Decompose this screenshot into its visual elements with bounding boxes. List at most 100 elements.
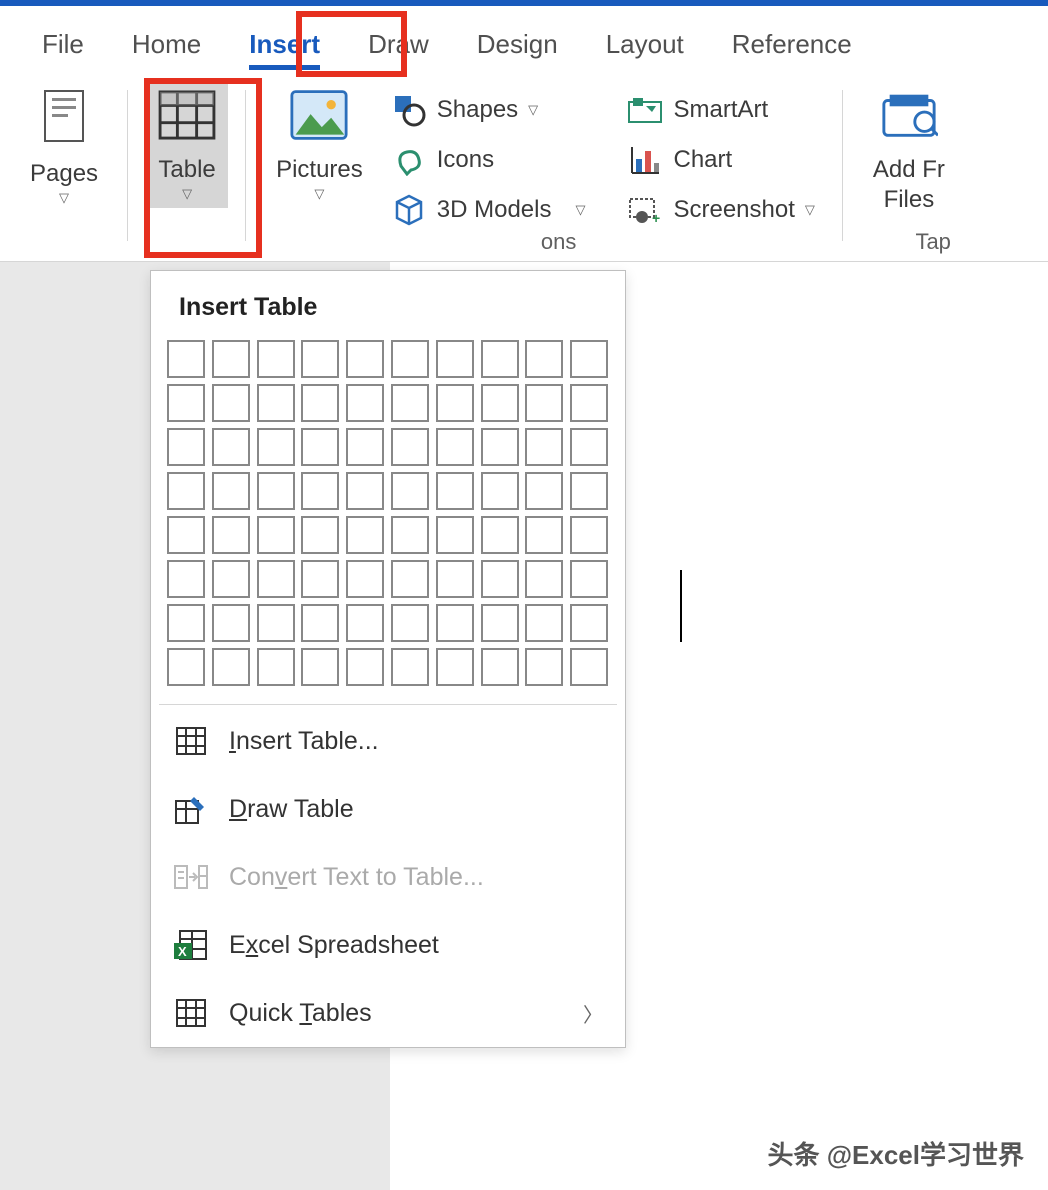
grid-cell[interactable] (346, 384, 384, 422)
grid-cell[interactable] (167, 472, 205, 510)
tab-file[interactable]: File (20, 21, 106, 70)
grid-cell[interactable] (481, 472, 519, 510)
grid-cell[interactable] (481, 428, 519, 466)
grid-cell[interactable] (570, 516, 608, 554)
grid-cell[interactable] (257, 648, 295, 686)
grid-cell[interactable] (525, 384, 563, 422)
grid-cell[interactable] (481, 516, 519, 554)
grid-cell[interactable] (391, 340, 429, 378)
grid-cell[interactable] (346, 472, 384, 510)
grid-cell[interactable] (525, 604, 563, 642)
menu-quick-tables[interactable]: Quick Tables 〉 (151, 979, 625, 1047)
table-size-grid[interactable] (151, 332, 625, 702)
grid-cell[interactable] (525, 428, 563, 466)
grid-cell[interactable] (525, 648, 563, 686)
tab-draw[interactable]: Draw (346, 21, 451, 70)
grid-cell[interactable] (481, 560, 519, 598)
addins-button[interactable]: Add Fr Files (861, 80, 957, 220)
grid-cell[interactable] (391, 516, 429, 554)
grid-cell[interactable] (212, 340, 250, 378)
grid-cell[interactable] (167, 604, 205, 642)
menu-excel-spreadsheet[interactable]: X Excel Spreadsheet (151, 911, 625, 979)
tab-home[interactable]: Home (110, 21, 223, 70)
grid-cell[interactable] (301, 428, 339, 466)
grid-cell[interactable] (570, 560, 608, 598)
grid-cell[interactable] (346, 428, 384, 466)
grid-cell[interactable] (167, 648, 205, 686)
shapes-button[interactable]: Shapes ▽ (381, 86, 596, 134)
grid-cell[interactable] (570, 472, 608, 510)
tab-insert[interactable]: Insert (227, 21, 342, 70)
grid-cell[interactable] (212, 560, 250, 598)
grid-cell[interactable] (570, 340, 608, 378)
grid-cell[interactable] (212, 648, 250, 686)
grid-cell[interactable] (212, 428, 250, 466)
grid-cell[interactable] (301, 648, 339, 686)
grid-cell[interactable] (391, 604, 429, 642)
grid-cell[interactable] (436, 560, 474, 598)
grid-cell[interactable] (167, 340, 205, 378)
grid-cell[interactable] (570, 648, 608, 686)
tab-layout[interactable]: Layout (584, 21, 706, 70)
grid-cell[interactable] (212, 604, 250, 642)
grid-cell[interactable] (570, 428, 608, 466)
grid-cell[interactable] (301, 560, 339, 598)
grid-cell[interactable] (525, 560, 563, 598)
grid-cell[interactable] (212, 516, 250, 554)
menu-draw-table[interactable]: Draw Table (151, 775, 625, 843)
grid-cell[interactable] (167, 560, 205, 598)
grid-cell[interactable] (481, 604, 519, 642)
tab-design[interactable]: Design (455, 21, 580, 70)
grid-cell[interactable] (346, 516, 384, 554)
grid-cell[interactable] (301, 604, 339, 642)
grid-cell[interactable] (391, 560, 429, 598)
grid-cell[interactable] (570, 604, 608, 642)
grid-cell[interactable] (346, 648, 384, 686)
grid-cell[interactable] (257, 516, 295, 554)
grid-cell[interactable] (167, 384, 205, 422)
smartart-button[interactable]: SmartArt (617, 86, 824, 134)
tab-references[interactable]: Reference (710, 21, 874, 70)
chart-button[interactable]: Chart (617, 136, 824, 184)
grid-cell[interactable] (257, 560, 295, 598)
grid-cell[interactable] (481, 648, 519, 686)
grid-cell[interactable] (301, 384, 339, 422)
screenshot-button[interactable]: + Screenshot ▽ (617, 186, 824, 234)
pictures-button[interactable]: Pictures ▽ (264, 80, 375, 208)
grid-cell[interactable] (391, 648, 429, 686)
grid-cell[interactable] (391, 428, 429, 466)
3dmodels-button[interactable]: 3D Models ▽ (381, 186, 596, 234)
grid-cell[interactable] (436, 516, 474, 554)
grid-cell[interactable] (257, 428, 295, 466)
grid-cell[interactable] (525, 472, 563, 510)
grid-cell[interactable] (257, 472, 295, 510)
grid-cell[interactable] (257, 340, 295, 378)
icons-button[interactable]: Icons (381, 136, 596, 184)
grid-cell[interactable] (346, 340, 384, 378)
grid-cell[interactable] (436, 604, 474, 642)
grid-cell[interactable] (436, 472, 474, 510)
grid-cell[interactable] (167, 516, 205, 554)
grid-cell[interactable] (257, 604, 295, 642)
grid-cell[interactable] (212, 472, 250, 510)
grid-cell[interactable] (301, 516, 339, 554)
grid-cell[interactable] (391, 384, 429, 422)
grid-cell[interactable] (436, 340, 474, 378)
grid-cell[interactable] (525, 340, 563, 378)
grid-cell[interactable] (167, 428, 205, 466)
grid-cell[interactable] (481, 384, 519, 422)
grid-cell[interactable] (346, 560, 384, 598)
grid-cell[interactable] (436, 384, 474, 422)
grid-cell[interactable] (570, 384, 608, 422)
grid-cell[interactable] (301, 340, 339, 378)
table-button[interactable]: Table ▽ (146, 80, 228, 208)
grid-cell[interactable] (257, 384, 295, 422)
pages-button[interactable]: Pages ▽ (18, 80, 110, 212)
menu-insert-table[interactable]: Insert Table... (151, 707, 625, 775)
grid-cell[interactable] (212, 384, 250, 422)
grid-cell[interactable] (301, 472, 339, 510)
grid-cell[interactable] (436, 648, 474, 686)
grid-cell[interactable] (525, 516, 563, 554)
grid-cell[interactable] (436, 428, 474, 466)
grid-cell[interactable] (346, 604, 384, 642)
